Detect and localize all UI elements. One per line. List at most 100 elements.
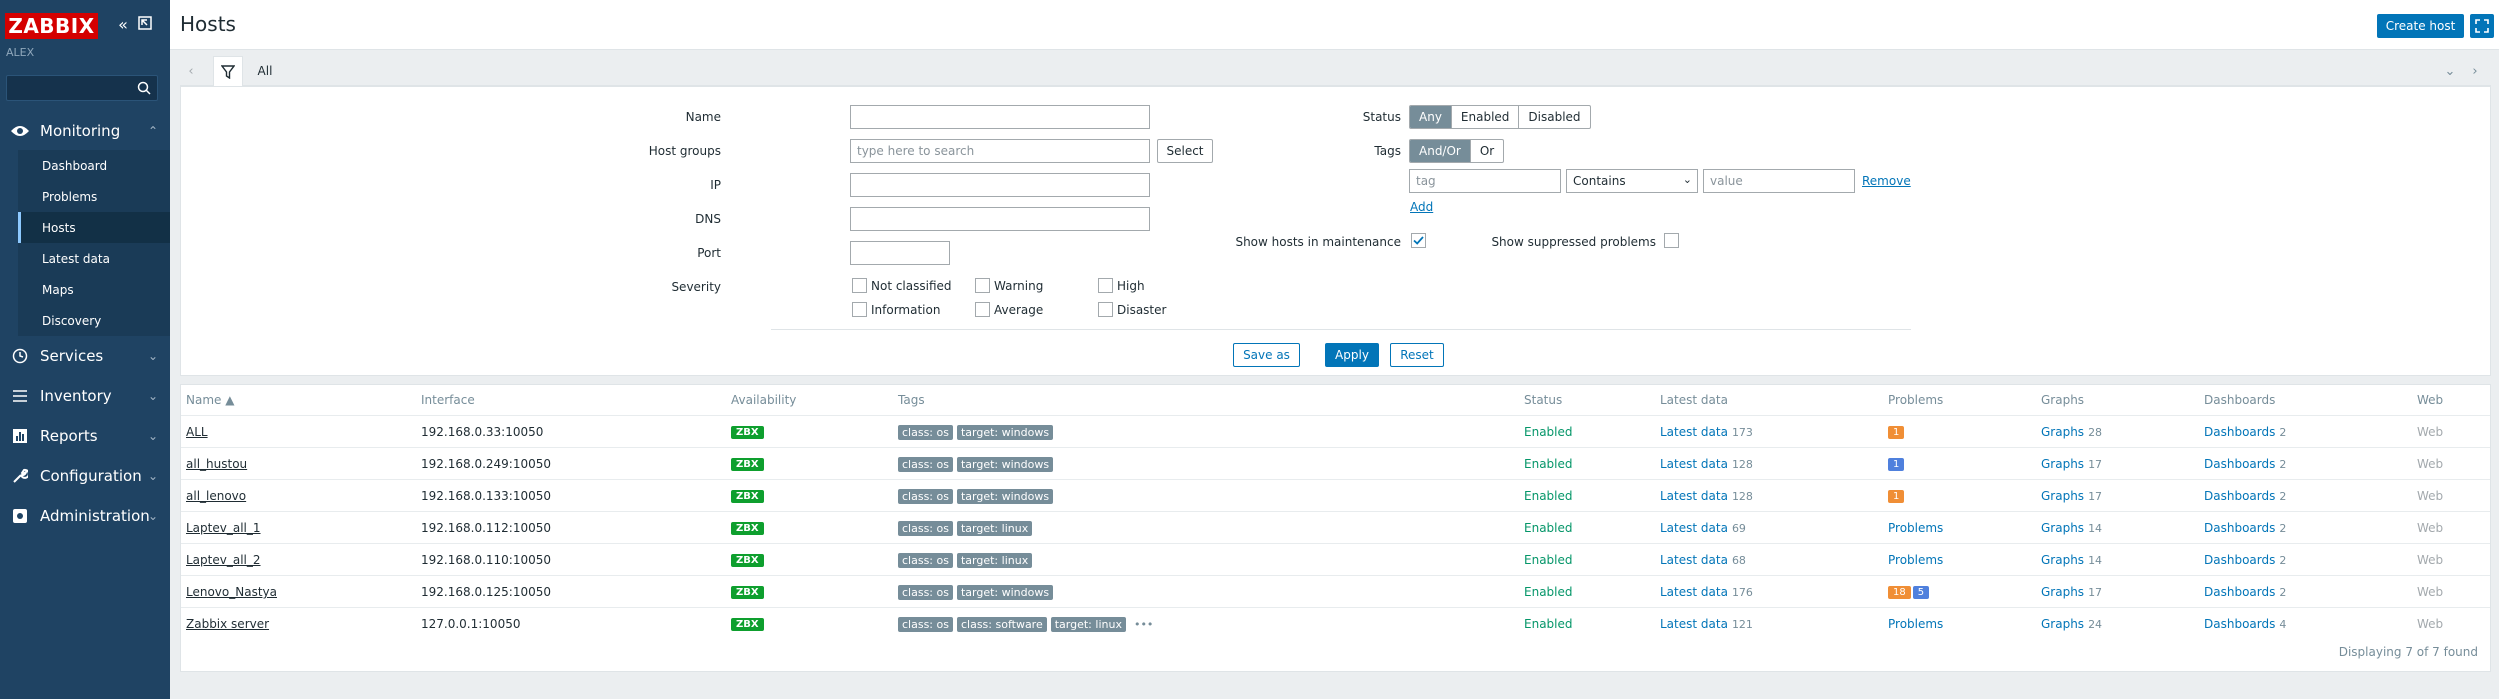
graphs-link[interactable]: Graphs bbox=[2041, 425, 2084, 439]
graphs-link[interactable]: Graphs bbox=[2041, 489, 2084, 503]
tag-badge[interactable]: class: os bbox=[898, 584, 953, 600]
status-value[interactable]: Enabled bbox=[1524, 608, 1573, 640]
graphs-link[interactable]: Graphs bbox=[2041, 553, 2084, 567]
dashboards-link[interactable]: Dashboards bbox=[2204, 521, 2275, 535]
latest-data-link[interactable]: Latest data bbox=[1660, 425, 1728, 439]
port-input[interactable] bbox=[850, 241, 950, 265]
menu-administration[interactable]: Administration ⌄ bbox=[0, 496, 170, 536]
problems-link[interactable]: Problems bbox=[1888, 521, 1943, 535]
dashboards-link[interactable]: Dashboards bbox=[2204, 457, 2275, 471]
sidebar-item-maps[interactable]: Maps bbox=[18, 274, 170, 305]
tag-badge[interactable]: class: os bbox=[898, 488, 953, 504]
add-tag-link[interactable]: Add bbox=[1410, 200, 1433, 214]
severity-information-checkbox[interactable] bbox=[852, 302, 867, 317]
dashboards-link[interactable]: Dashboards bbox=[2204, 425, 2275, 439]
problem-count-badge[interactable]: 18 bbox=[1888, 585, 1911, 599]
problem-count-badge[interactable]: 5 bbox=[1912, 585, 1930, 599]
tag-badge[interactable]: class: os bbox=[898, 616, 953, 632]
problem-count-badge[interactable]: 1 bbox=[1888, 425, 1905, 439]
filter-tab-toggle[interactable] bbox=[213, 56, 243, 86]
remove-tag-link[interactable]: Remove bbox=[1862, 174, 1911, 188]
problem-count-badge[interactable]: 1 bbox=[1888, 489, 1905, 503]
host-name-link[interactable]: all_hustou bbox=[186, 457, 247, 471]
tags-and-or-option[interactable]: And/Or bbox=[1410, 140, 1471, 162]
status-value[interactable]: Enabled bbox=[1524, 512, 1573, 544]
tag-badge[interactable]: class: os bbox=[898, 424, 953, 440]
host-groups-select-button[interactable]: Select bbox=[1157, 139, 1213, 163]
tag-badge[interactable]: target: windows bbox=[956, 584, 1054, 600]
suppressed-checkbox[interactable] bbox=[1664, 233, 1679, 248]
graphs-link[interactable]: Graphs bbox=[2041, 521, 2084, 535]
create-host-button[interactable]: Create host bbox=[2377, 14, 2464, 38]
tag-badge[interactable]: class: os bbox=[898, 552, 953, 568]
status-disabled-option[interactable]: Disabled bbox=[1519, 106, 1589, 128]
tag-badge[interactable]: class: software bbox=[956, 616, 1047, 632]
collapse-sidebar-icon[interactable]: « bbox=[112, 15, 134, 37]
ip-input[interactable] bbox=[850, 173, 1150, 197]
column-header-name[interactable]: Name ▲ bbox=[186, 385, 234, 415]
sidebar-search-input[interactable] bbox=[6, 75, 158, 101]
menu-inventory[interactable]: Inventory ⌄ bbox=[0, 376, 170, 416]
severity-average-checkbox[interactable] bbox=[975, 302, 990, 317]
dashboards-link[interactable]: Dashboards bbox=[2204, 585, 2275, 599]
tag-value-input[interactable]: value bbox=[1703, 169, 1855, 193]
column-header-status[interactable]: Status bbox=[1524, 385, 1562, 415]
tag-badge[interactable]: target: windows bbox=[956, 456, 1054, 472]
latest-data-link[interactable]: Latest data bbox=[1660, 457, 1728, 471]
search-icon[interactable] bbox=[137, 81, 151, 95]
dashboards-link[interactable]: Dashboards bbox=[2204, 617, 2275, 631]
latest-data-link[interactable]: Latest data bbox=[1660, 553, 1728, 567]
host-groups-input[interactable]: type here to search bbox=[850, 139, 1150, 163]
tag-badge[interactable]: class: os bbox=[898, 520, 953, 536]
status-value[interactable]: Enabled bbox=[1524, 448, 1573, 480]
dashboards-link[interactable]: Dashboards bbox=[2204, 553, 2275, 567]
status-value[interactable]: Enabled bbox=[1524, 480, 1573, 512]
latest-data-link[interactable]: Latest data bbox=[1660, 585, 1728, 599]
reset-button[interactable]: Reset bbox=[1390, 343, 1444, 367]
save-as-button[interactable]: Save as bbox=[1233, 343, 1300, 367]
menu-services[interactable]: Services ⌄ bbox=[0, 336, 170, 376]
tag-badge[interactable]: target: windows bbox=[956, 424, 1054, 440]
graphs-link[interactable]: Graphs bbox=[2041, 585, 2084, 599]
zabbix-logo[interactable]: ZABBIX bbox=[5, 13, 98, 39]
status-value[interactable]: Enabled bbox=[1524, 544, 1573, 576]
menu-configuration[interactable]: Configuration ⌄ bbox=[0, 456, 170, 496]
tag-input[interactable]: tag bbox=[1409, 169, 1561, 193]
sidebar-item-dashboard[interactable]: Dashboard bbox=[18, 150, 170, 181]
menu-reports[interactable]: Reports ⌄ bbox=[0, 416, 170, 456]
chevron-down-icon[interactable]: ⌄ bbox=[2440, 56, 2460, 86]
tag-badge[interactable]: target: linux bbox=[956, 520, 1033, 536]
latest-data-link[interactable]: Latest data bbox=[1660, 521, 1728, 535]
graphs-link[interactable]: Graphs bbox=[2041, 617, 2084, 631]
fullscreen-icon[interactable] bbox=[2470, 14, 2494, 38]
host-name-link[interactable]: Lenovo_Nastya bbox=[186, 585, 277, 599]
sidebar-item-hosts[interactable]: Hosts bbox=[18, 212, 170, 243]
tag-badge[interactable]: target: linux bbox=[1050, 616, 1126, 632]
chevron-right-icon[interactable]: › bbox=[2465, 56, 2485, 86]
more-tags-icon[interactable]: ••• bbox=[1134, 618, 1153, 631]
name-input[interactable] bbox=[850, 105, 1150, 129]
host-name-link[interactable]: all_lenovo bbox=[186, 489, 246, 503]
chevron-left-icon[interactable]: ‹ bbox=[180, 56, 202, 86]
dashboards-link[interactable]: Dashboards bbox=[2204, 489, 2275, 503]
host-name-link[interactable]: Laptev_all_2 bbox=[186, 553, 261, 567]
latest-data-link[interactable]: Latest data bbox=[1660, 617, 1728, 631]
maintenance-checkbox[interactable] bbox=[1411, 233, 1426, 248]
status-value[interactable]: Enabled bbox=[1524, 416, 1573, 448]
severity-high-checkbox[interactable] bbox=[1098, 278, 1113, 293]
tag-badge[interactable]: class: os bbox=[898, 456, 953, 472]
kiosk-mode-icon[interactable] bbox=[134, 15, 156, 37]
status-enabled-option[interactable]: Enabled bbox=[1452, 106, 1520, 128]
latest-data-link[interactable]: Latest data bbox=[1660, 489, 1728, 503]
graphs-link[interactable]: Graphs bbox=[2041, 457, 2084, 471]
status-value[interactable]: Enabled bbox=[1524, 576, 1573, 608]
tags-or-option[interactable]: Or bbox=[1471, 140, 1503, 162]
tag-operator-select[interactable]: Contains ⌄ bbox=[1566, 169, 1698, 193]
sidebar-item-discovery[interactable]: Discovery bbox=[18, 305, 170, 336]
dns-input[interactable] bbox=[850, 207, 1150, 231]
sidebar-item-problems[interactable]: Problems bbox=[18, 181, 170, 212]
problems-link[interactable]: Problems bbox=[1888, 617, 1943, 631]
menu-monitoring[interactable]: Monitoring ⌃ bbox=[0, 111, 170, 151]
tab-all[interactable]: All bbox=[250, 56, 280, 86]
severity-disaster-checkbox[interactable] bbox=[1098, 302, 1113, 317]
